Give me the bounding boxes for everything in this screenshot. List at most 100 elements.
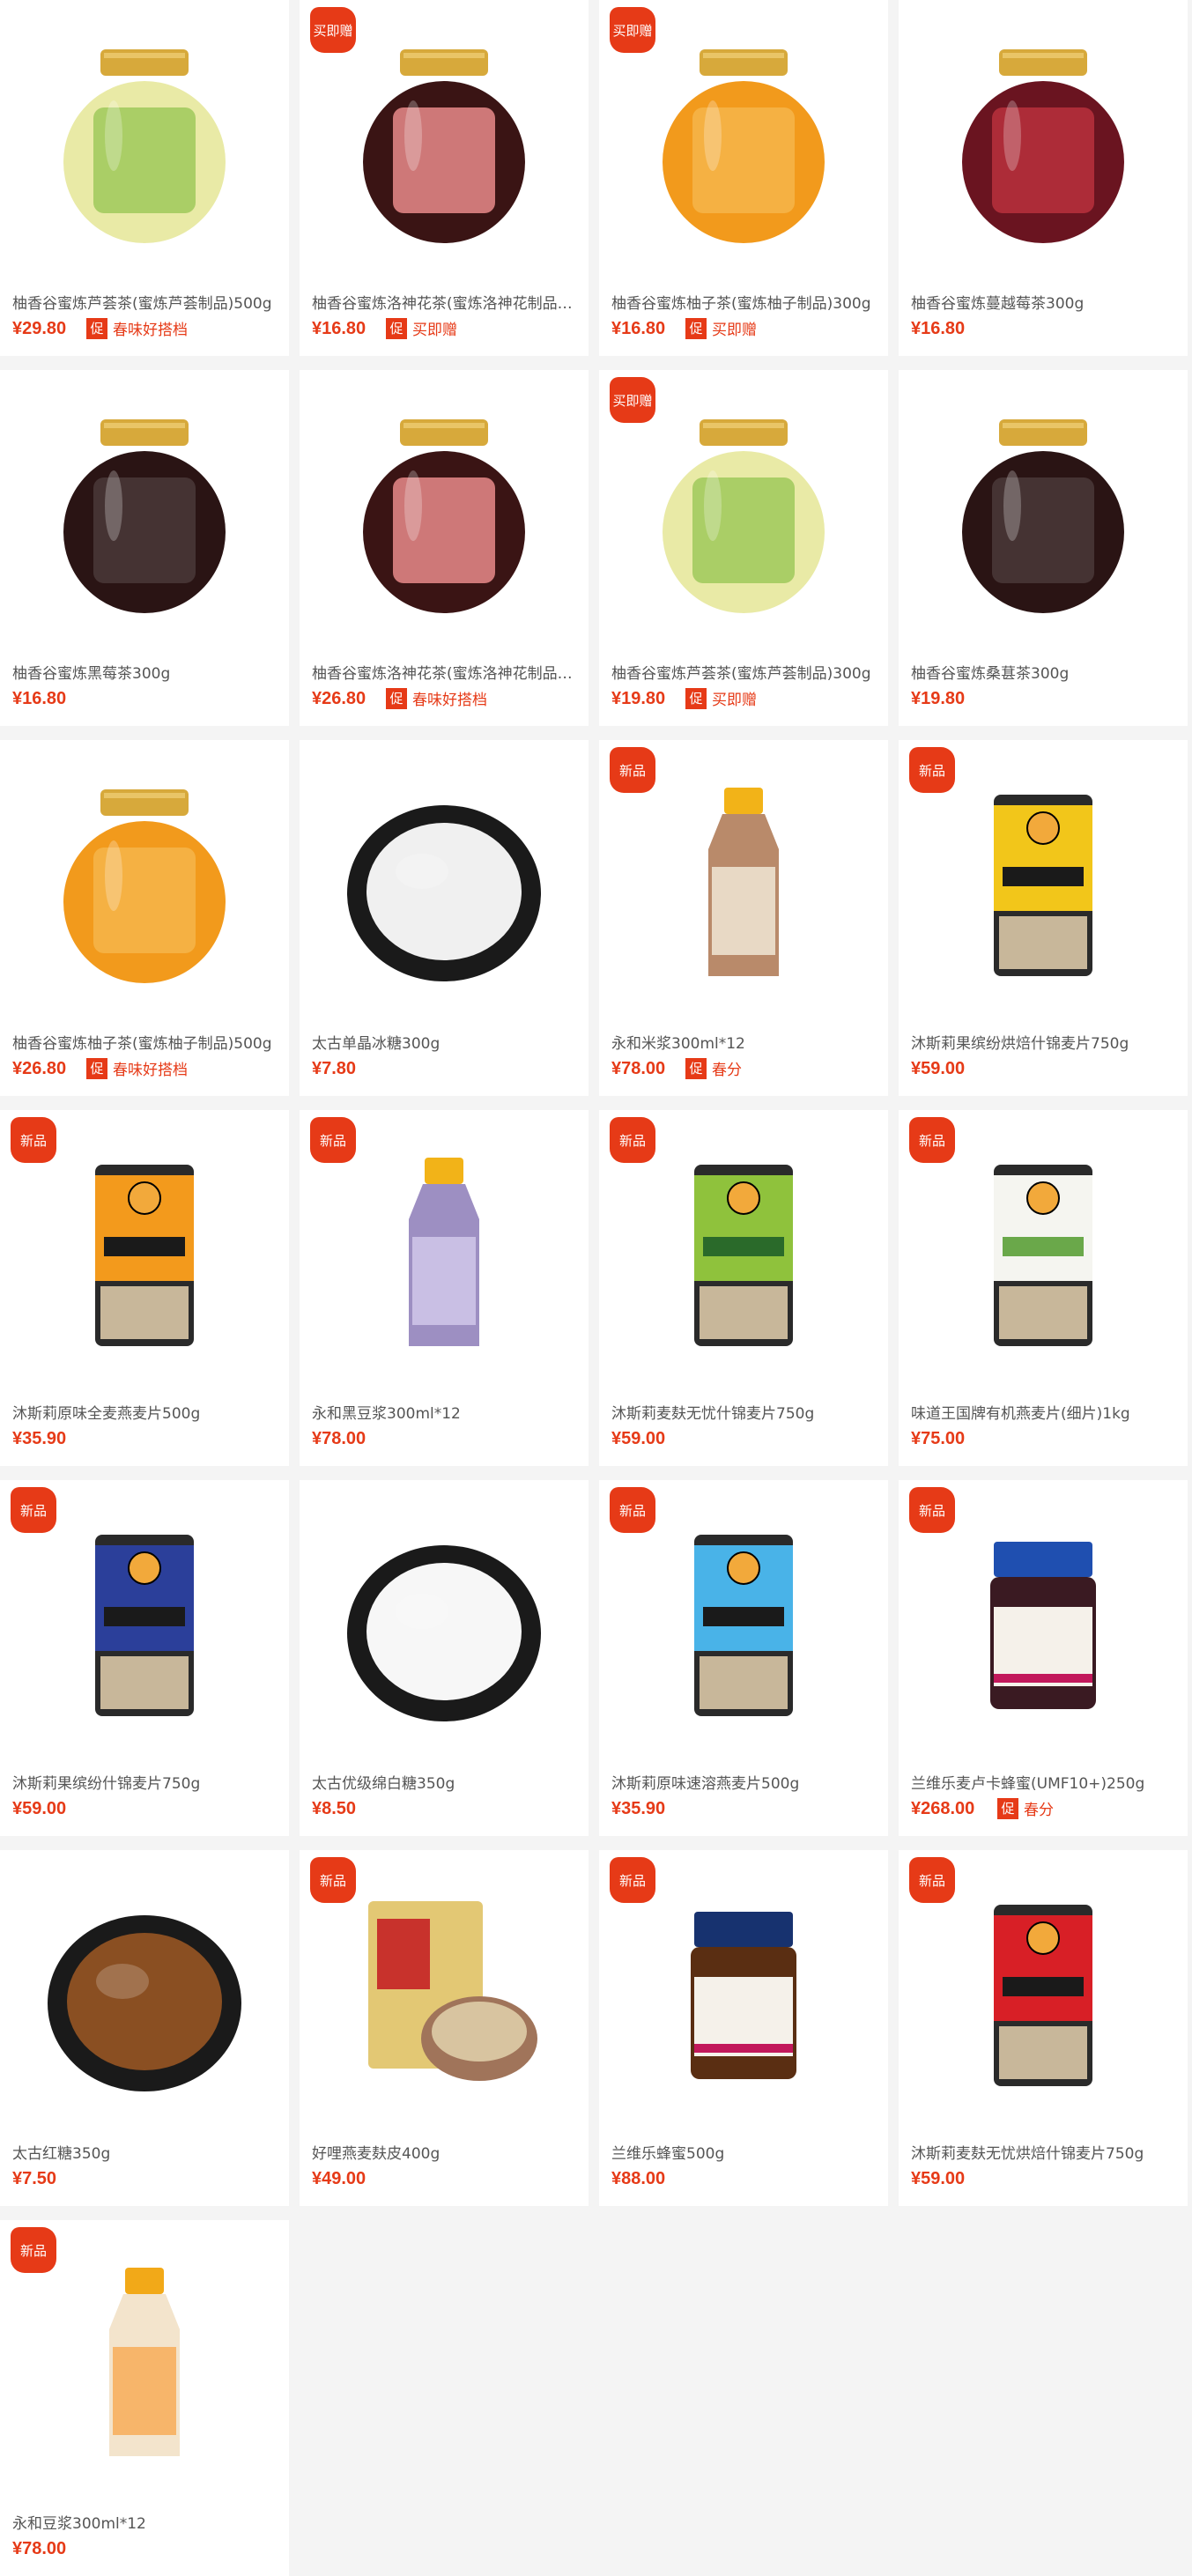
promo-info: 促春味好搭档 (86, 317, 188, 339)
product-price: ¥78.00 (611, 1059, 666, 1078)
product-image[interactable] (638, 1519, 849, 1730)
product-image[interactable] (638, 39, 849, 250)
product-card[interactable]: 新品 沐斯莉麦麸无忧什锦麦片750g ¥59.00 (599, 1110, 888, 1466)
product-card[interactable]: 新品 沐斯莉果缤纷烘焙什锦麦片750g ¥59.00 (899, 740, 1188, 1096)
product-card[interactable]: 买即赠 柚香谷蜜炼洛神花茶(蜜炼洛神花制品)300g ¥16.80 促买即赠 (300, 0, 589, 356)
product-card[interactable]: 柚香谷蜜炼蔓越莓茶300g ¥16.80 (899, 0, 1188, 356)
product-image[interactable] (39, 39, 250, 250)
product-image[interactable] (338, 1519, 550, 1730)
product-image[interactable] (39, 2259, 250, 2470)
product-image[interactable] (338, 1889, 550, 2100)
product-price: ¥29.80 (12, 319, 67, 338)
promo-info: 促春味好搭档 (86, 1057, 188, 1079)
product-image[interactable] (39, 1889, 250, 2100)
product-image[interactable] (338, 39, 550, 250)
product-image[interactable] (39, 1149, 250, 1360)
product-name[interactable]: 沐斯莉果缤纷烘焙什锦麦片750g (911, 1031, 1175, 1053)
product-name[interactable]: 兰维乐麦卢卡蜂蜜(UMF10+)250g (911, 1771, 1175, 1793)
product-name[interactable]: 太古优级绵白糖350g (312, 1771, 576, 1793)
product-name[interactable]: 柚香谷蜜炼洛神花茶(蜜炼洛神花制品)300g (312, 291, 576, 313)
product-price: ¥59.00 (611, 1429, 666, 1448)
promo-text: 春味好搭档 (412, 692, 487, 709)
product-name[interactable]: 柚香谷蜜炼柚子茶(蜜炼柚子制品)300g (611, 291, 876, 313)
product-price: ¥268.00 (911, 1799, 975, 1818)
product-image[interactable] (39, 1519, 250, 1730)
product-card[interactable]: 新品 沐斯莉果缤纷什锦麦片750g ¥59.00 (0, 1480, 289, 1836)
product-image[interactable] (937, 409, 1149, 620)
product-image[interactable] (937, 1519, 1149, 1730)
product-card[interactable]: 柚香谷蜜炼洛神花茶(蜜炼洛神花制品)500g ¥26.80 促春味好搭档 (300, 370, 589, 726)
product-card[interactable]: 太古单晶冰糖300g ¥7.80 (300, 740, 589, 1096)
product-card[interactable]: 新品 沐斯莉原味速溶燕麦片500g ¥35.90 (599, 1480, 888, 1836)
product-name[interactable]: 沐斯莉果缤纷什锦麦片750g (12, 1771, 277, 1793)
product-image[interactable] (638, 409, 849, 620)
promo-info: 促买即赠 (386, 317, 457, 339)
product-name[interactable]: 柚香谷蜜炼柚子茶(蜜炼柚子制品)500g (12, 1031, 277, 1053)
product-card[interactable]: 新品 兰维乐蜂蜜500g ¥88.00 (599, 1850, 888, 2206)
promo-tag: 促 (86, 317, 107, 339)
product-name[interactable]: 柚香谷蜜炼黑莓茶300g (12, 661, 277, 683)
promo-tag: 促 (685, 1057, 707, 1079)
product-name[interactable]: 好哩燕麦麸皮400g (312, 2141, 576, 2163)
product-image[interactable] (638, 779, 849, 990)
product-card[interactable]: 新品 永和米浆300ml*12 ¥78.00 促春分 (599, 740, 888, 1096)
product-price: ¥16.80 (911, 319, 966, 338)
product-card[interactable]: 新品 沐斯莉麦麸无忧烘焙什锦麦片750g ¥59.00 (899, 1850, 1188, 2206)
product-image[interactable] (39, 409, 250, 620)
product-card[interactable]: 柚香谷蜜炼黑莓茶300g ¥16.80 (0, 370, 289, 726)
product-name[interactable]: 柚香谷蜜炼桑葚茶300g (911, 661, 1175, 683)
product-price: ¥19.80 (611, 689, 666, 708)
product-image[interactable] (937, 39, 1149, 250)
product-card[interactable]: 柚香谷蜜炼桑葚茶300g ¥19.80 (899, 370, 1188, 726)
product-image[interactable] (338, 409, 550, 620)
product-card[interactable]: 新品 永和黑豆浆300ml*12 ¥78.00 (300, 1110, 589, 1466)
product-card[interactable]: 新品 沐斯莉原味全麦燕麦片500g ¥35.90 (0, 1110, 289, 1466)
product-name[interactable]: 柚香谷蜜炼洛神花茶(蜜炼洛神花制品)500g (312, 661, 576, 683)
product-image[interactable] (338, 1149, 550, 1360)
product-name[interactable]: 沐斯莉原味全麦燕麦片500g (12, 1401, 277, 1423)
product-name[interactable]: 永和米浆300ml*12 (611, 1031, 876, 1053)
product-card[interactable]: 新品 永和豆浆300ml*12 ¥78.00 (0, 2220, 289, 2576)
product-image[interactable] (937, 779, 1149, 990)
product-name[interactable]: 沐斯莉麦麸无忧什锦麦片750g (611, 1401, 876, 1423)
product-name[interactable]: 沐斯莉原味速溶燕麦片500g (611, 1771, 876, 1793)
product-image[interactable] (338, 779, 550, 990)
promo-info: 促买即赠 (685, 687, 757, 709)
product-name[interactable]: 太古红糖350g (12, 2141, 277, 2163)
product-image[interactable] (39, 779, 250, 990)
product-name[interactable]: 柚香谷蜜炼蔓越莓茶300g (911, 291, 1175, 313)
product-price: ¥59.00 (911, 2169, 966, 2188)
product-card[interactable]: 太古红糖350g ¥7.50 (0, 1850, 289, 2206)
product-price: ¥16.80 (611, 319, 666, 338)
product-card[interactable]: 买即赠 柚香谷蜜炼芦荟茶(蜜炼芦荟制品)300g ¥19.80 促买即赠 (599, 370, 888, 726)
promo-tag: 促 (386, 317, 407, 339)
product-card[interactable]: 新品 好哩燕麦麸皮400g ¥49.00 (300, 1850, 589, 2206)
product-price: ¥59.00 (911, 1059, 966, 1078)
product-card[interactable]: 新品 味道王国牌有机燕麦片(细片)1kg ¥75.00 (899, 1110, 1188, 1466)
promo-info: 促买即赠 (685, 317, 757, 339)
promo-tag: 促 (86, 1057, 107, 1079)
product-card[interactable]: 柚香谷蜜炼柚子茶(蜜炼柚子制品)500g ¥26.80 促春味好搭档 (0, 740, 289, 1096)
product-name[interactable]: 柚香谷蜜炼芦荟茶(蜜炼芦荟制品)500g (12, 291, 277, 313)
product-image[interactable] (638, 1149, 849, 1360)
product-name[interactable]: 兰维乐蜂蜜500g (611, 2141, 876, 2163)
product-grid: 柚香谷蜜炼芦荟茶(蜜炼芦荟制品)500g ¥29.80 促春味好搭档 买即赠 柚香谷蜜… (0, 0, 1192, 2576)
product-image[interactable] (937, 1149, 1149, 1360)
product-image[interactable] (937, 1889, 1149, 2100)
product-card[interactable]: 新品 兰维乐麦卢卡蜂蜜(UMF10+)250g ¥268.00 促春分 (899, 1480, 1188, 1836)
product-name[interactable]: 永和黑豆浆300ml*12 (312, 1401, 576, 1423)
product-card[interactable]: 买即赠 柚香谷蜜炼柚子茶(蜜炼柚子制品)300g ¥16.80 促买即赠 (599, 0, 888, 356)
product-price: ¥16.80 (312, 319, 366, 338)
product-price: ¥26.80 (12, 1059, 67, 1078)
product-card[interactable]: 太古优级绵白糖350g ¥8.50 (300, 1480, 589, 1836)
product-image[interactable] (638, 1889, 849, 2100)
product-name[interactable]: 永和豆浆300ml*12 (12, 2511, 277, 2533)
product-price: ¥59.00 (12, 1799, 67, 1818)
product-name[interactable]: 味道王国牌有机燕麦片(细片)1kg (911, 1401, 1175, 1423)
promo-text: 春分 (1024, 1802, 1054, 1819)
promo-tag: 促 (997, 1797, 1018, 1819)
product-card[interactable]: 柚香谷蜜炼芦荟茶(蜜炼芦荟制品)500g ¥29.80 促春味好搭档 (0, 0, 289, 356)
product-name[interactable]: 柚香谷蜜炼芦荟茶(蜜炼芦荟制品)300g (611, 661, 876, 683)
product-name[interactable]: 太古单晶冰糖300g (312, 1031, 576, 1053)
product-name[interactable]: 沐斯莉麦麸无忧烘焙什锦麦片750g (911, 2141, 1175, 2163)
